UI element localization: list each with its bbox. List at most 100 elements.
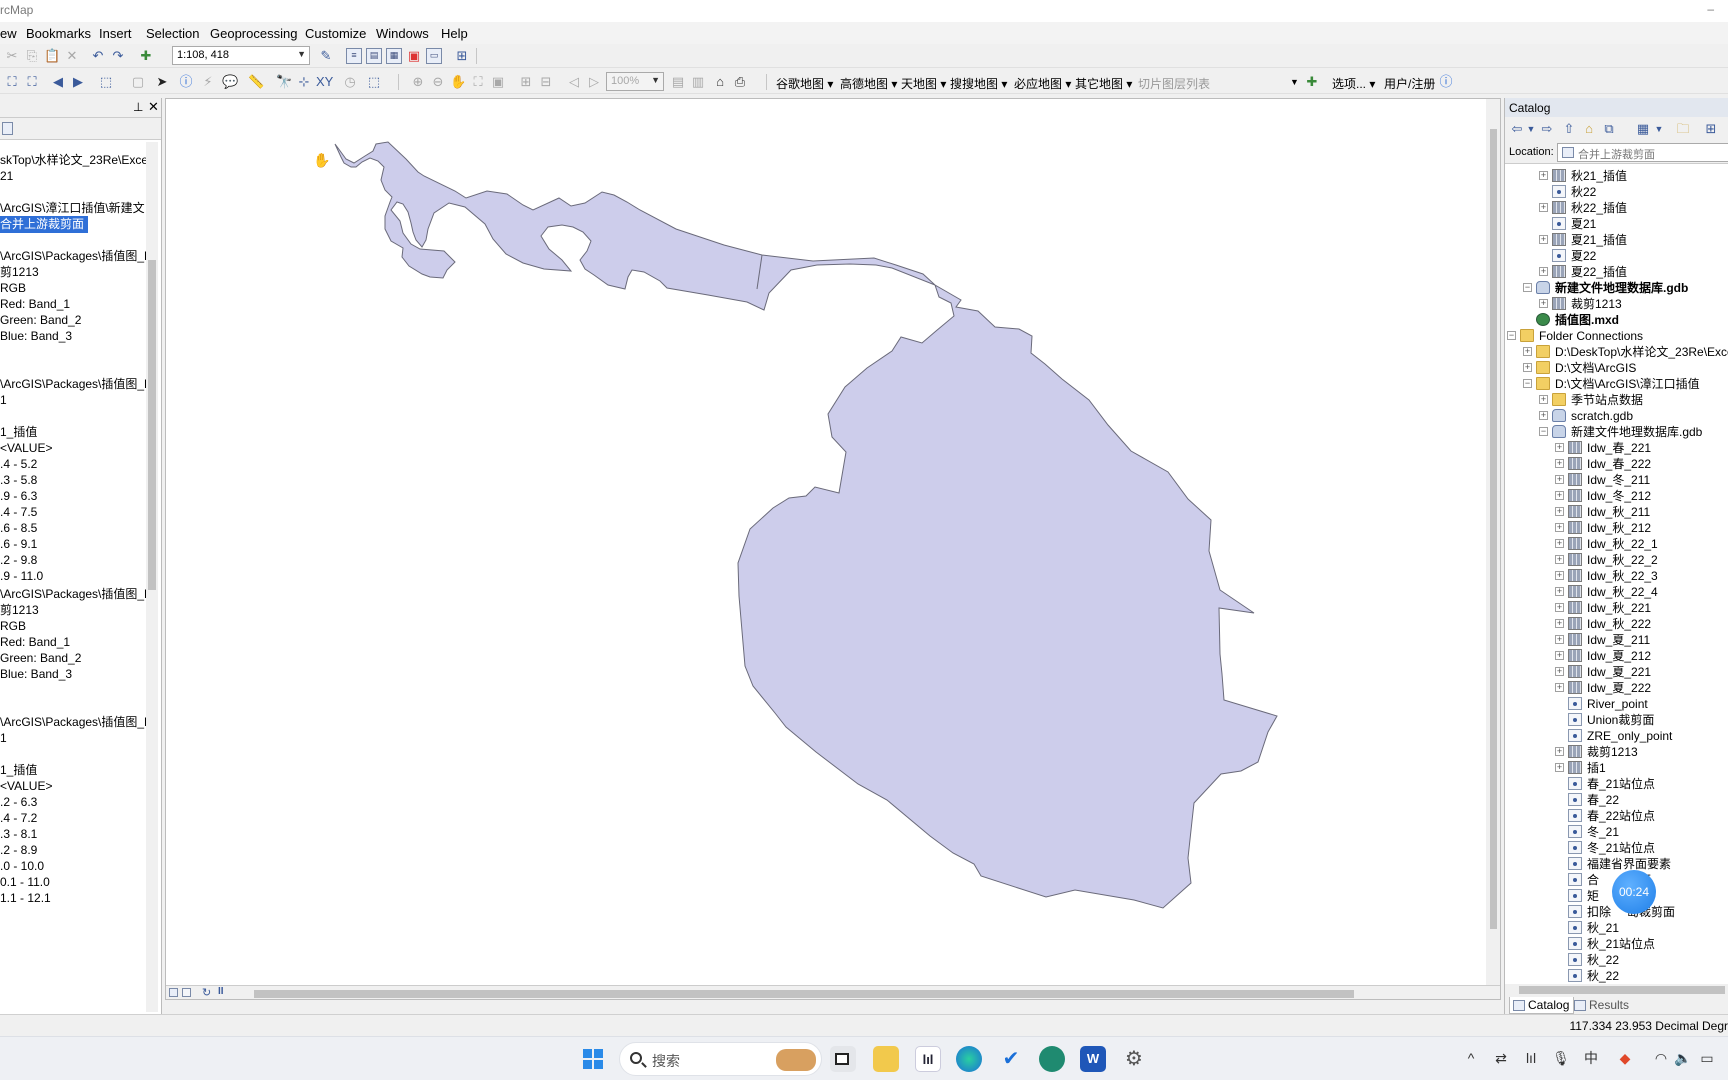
home-folder-icon[interactable]: ⌂ bbox=[1581, 121, 1597, 137]
toc-entry[interactable]: 1_插值 bbox=[0, 762, 37, 779]
map-horizontal-scrollbar[interactable]: ↻ II bbox=[166, 985, 1500, 999]
catalog-tree-item[interactable]: 春_22站位点 bbox=[1505, 808, 1728, 824]
pan-layout-icon[interactable]: ✋ bbox=[450, 74, 466, 90]
expand-icon[interactable]: + bbox=[1555, 523, 1564, 532]
catalog-tree-item[interactable]: + 秋22_插值 bbox=[1505, 200, 1728, 216]
tree-icon[interactable]: ⊞ bbox=[1703, 121, 1719, 137]
toc-entry[interactable]: .6 - 9.1 bbox=[0, 536, 37, 553]
toc-entry[interactable]: .4 - 7.5 bbox=[0, 504, 37, 521]
options-menu[interactable]: 选项... ▾ bbox=[1332, 75, 1375, 92]
catalog-tree-item[interactable]: + Idw_冬_212 bbox=[1505, 488, 1728, 504]
catalog-tree-item[interactable]: 秋_22 bbox=[1505, 952, 1728, 968]
catalog-tree-item[interactable]: + Idw_秋_211 bbox=[1505, 504, 1728, 520]
catalog-tree-item[interactable]: + Idw_秋_221 bbox=[1505, 600, 1728, 616]
catalog-tree-item[interactable]: + Idw_夏_211 bbox=[1505, 632, 1728, 648]
hyperlink-icon[interactable]: ⚡ bbox=[200, 74, 216, 90]
estuary-polygon[interactable] bbox=[334, 141, 1278, 909]
toc-entry[interactable]: .4 - 5.2 bbox=[0, 456, 37, 473]
catalog-tree-item[interactable]: 秋_21站位点 bbox=[1505, 936, 1728, 952]
data-driven-pages-icon[interactable]: ⎙ bbox=[732, 74, 748, 90]
go-to-xy-icon[interactable]: XY bbox=[316, 74, 333, 90]
tile-list-dropdown-icon[interactable]: ▼ bbox=[1290, 77, 1299, 87]
views-icon[interactable]: ▦ bbox=[1635, 121, 1651, 137]
file-explorer-icon[interactable] bbox=[873, 1046, 899, 1072]
toc-entry[interactable]: .9 - 6.3 bbox=[0, 488, 37, 505]
find-route-icon[interactable]: ⊹ bbox=[296, 74, 312, 90]
toggle-contents-icon[interactable]: ⧉ bbox=[1601, 121, 1617, 137]
expand-icon[interactable]: + bbox=[1555, 443, 1564, 452]
catalog-tree-item[interactable]: + Idw_冬_211 bbox=[1505, 472, 1728, 488]
table-of-contents-icon[interactable]: ≡ bbox=[346, 48, 362, 64]
toc-entry[interactable]: .9 - 11.0 bbox=[0, 568, 43, 585]
paste-icon[interactable]: 📋 bbox=[44, 48, 60, 64]
toc-entry[interactable]: 1 bbox=[0, 730, 7, 747]
collapse-icon[interactable]: − bbox=[1523, 379, 1532, 388]
zoom-100-icon[interactable]: ▣ bbox=[490, 74, 506, 90]
edge-browser-icon[interactable] bbox=[956, 1046, 982, 1072]
prev-extent-icon[interactable]: ◁ bbox=[566, 74, 582, 90]
identify-icon[interactable]: ⓘ bbox=[178, 74, 194, 90]
pause-drawing-icon[interactable]: II bbox=[218, 986, 224, 997]
expand-icon[interactable]: + bbox=[1555, 475, 1564, 484]
catalog-tree-item[interactable]: 春_22 bbox=[1505, 792, 1728, 808]
back-icon[interactable]: ◀ bbox=[50, 74, 66, 90]
catalog-tree-item[interactable]: + Idw_秋_22_3 bbox=[1505, 568, 1728, 584]
layout-zoom-combo[interactable]: 100% ▼ bbox=[606, 72, 664, 91]
full-extent-icon[interactable]: ⛶ bbox=[4, 74, 20, 90]
expand-icon[interactable]: + bbox=[1555, 651, 1564, 660]
clear-selection-icon[interactable]: ▢ bbox=[130, 74, 146, 90]
windows-start-icon[interactable] bbox=[580, 1046, 606, 1072]
catalog-tree-item[interactable]: + Idw_秋_222 bbox=[1505, 616, 1728, 632]
up-one-level-icon[interactable]: ⇧ bbox=[1561, 121, 1577, 137]
chevron-down-icon[interactable]: ▼ bbox=[1651, 121, 1667, 137]
menu-geoprocessing[interactable]: Geoprocessing bbox=[210, 26, 297, 41]
catalog-tree-item[interactable]: + D:\DeskTop\水样论文_23Re\Excel bbox=[1505, 344, 1728, 360]
refresh-icon[interactable]: ↻ bbox=[202, 986, 211, 999]
toc-entry[interactable]: 1 bbox=[0, 392, 7, 409]
chevron-up-icon[interactable]: ^ bbox=[1462, 1049, 1480, 1067]
catalog-tree-item[interactable]: + Idw_秋_22_2 bbox=[1505, 552, 1728, 568]
collapse-icon[interactable]: − bbox=[1507, 331, 1516, 340]
input-method-icon[interactable]: 中 bbox=[1582, 1049, 1600, 1067]
toc-entry[interactable]: .3 - 8.1 bbox=[0, 826, 37, 843]
arctoolbox-icon[interactable]: ▣ bbox=[406, 48, 422, 64]
list-by-source-icon[interactable] bbox=[2, 122, 13, 135]
toc-entry[interactable]: \ArcGIS\Packages\插值图_E bbox=[0, 376, 146, 393]
toc-entry[interactable]: Red: Band_1 bbox=[0, 634, 70, 651]
expand-icon[interactable]: + bbox=[1555, 491, 1564, 500]
expand-icon[interactable]: + bbox=[1555, 587, 1564, 596]
catalog-tree-item[interactable]: 福建省界面要素 bbox=[1505, 856, 1728, 872]
cut-icon[interactable]: ✂ bbox=[4, 48, 20, 64]
catalog-tree-item[interactable]: + 裁剪1213 bbox=[1505, 744, 1728, 760]
catalog-tree-item[interactable]: 插值图.mxd bbox=[1505, 312, 1728, 328]
measure-icon[interactable]: 📏 bbox=[248, 74, 264, 90]
catalog-tree-item[interactable]: + 夏21_插值 bbox=[1505, 232, 1728, 248]
toc-entry[interactable]: <VALUE> bbox=[0, 440, 52, 457]
catalog-tree-item[interactable]: − 新建文件地理数据库.gdb bbox=[1505, 280, 1728, 296]
toc-entry[interactable]: RGB bbox=[0, 618, 26, 635]
minimize-button[interactable]: – bbox=[1707, 2, 1714, 16]
recording-timer-badge[interactable]: 00:24 bbox=[1612, 870, 1656, 914]
toc-entry[interactable]: 0.1 - 11.0 bbox=[0, 874, 50, 891]
tile-layer-list[interactable]: 切片图层列表 bbox=[1138, 75, 1210, 92]
toc-entry[interactable]: .2 - 9.8 bbox=[0, 552, 37, 569]
volume-icon[interactable]: 🔈 bbox=[1674, 1049, 1692, 1067]
expand-icon[interactable]: + bbox=[1555, 635, 1564, 644]
expand-icon[interactable]: + bbox=[1555, 667, 1564, 676]
toc-entry[interactable]: 1.1 - 12.1 bbox=[0, 890, 51, 907]
expand-icon[interactable]: + bbox=[1555, 555, 1564, 564]
taskbar-search-box[interactable]: 搜索 bbox=[619, 1042, 822, 1076]
redo-icon[interactable]: ↷ bbox=[110, 48, 126, 64]
expand-icon[interactable]: + bbox=[1555, 459, 1564, 468]
toc-entry[interactable]: .2 - 8.9 bbox=[0, 842, 37, 859]
toc-entry[interactable]: Green: Band_2 bbox=[0, 312, 81, 329]
expand-icon[interactable]: + bbox=[1555, 619, 1564, 628]
catalog-tree-item[interactable]: + 插1 bbox=[1505, 760, 1728, 776]
catalog-window-icon[interactable]: ▤ bbox=[366, 48, 382, 64]
expand-icon[interactable]: + bbox=[1555, 571, 1564, 580]
toc-entry[interactable]: Blue: Band_3 bbox=[0, 328, 72, 345]
catalog-tree-item[interactable]: + Idw_夏_221 bbox=[1505, 664, 1728, 680]
catalog-tree-item[interactable]: 夏21 bbox=[1505, 216, 1728, 232]
toc-entry[interactable]: Red: Band_1 bbox=[0, 296, 70, 313]
expand-icon[interactable]: + bbox=[1555, 747, 1564, 756]
